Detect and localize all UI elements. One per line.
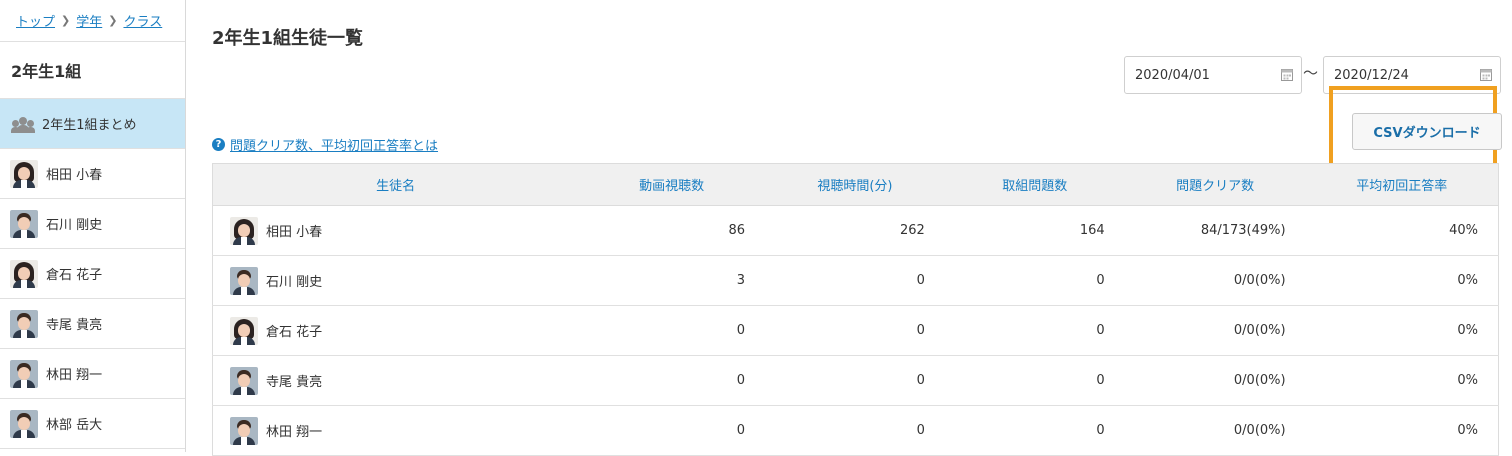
group-icon — [11, 116, 35, 133]
column-header-minutes[interactable]: 視聴時間(分) — [765, 163, 945, 206]
avatar — [230, 316, 258, 345]
help-circle-icon: ? — [212, 138, 225, 151]
breadcrumb-grade[interactable]: 学年 — [76, 11, 102, 30]
attempted-cell: 0 — [944, 405, 1125, 456]
minutes-cell: 0 — [765, 255, 945, 306]
student-name: 相田 小春 — [266, 225, 323, 240]
sidebar: トップ ❯ 学年 ❯ クラス 2年生1組 2年生1組まとめ 相田 小春 石川 剛… — [0, 0, 186, 452]
date-from-input[interactable]: 2020/04/01 — [1124, 56, 1302, 94]
avatar — [10, 159, 38, 188]
sidebar-item-label: 林部 岳大 — [46, 418, 103, 433]
main-content: 2年生1組生徒一覧 2020/04/01 〜 2020/12/24 CSVダウン… — [186, 0, 1512, 456]
students-table: 生徒名 動画視聴数 視聴時間(分) 取組問題数 問題クリア数 平均初回正答率 相… — [212, 163, 1499, 456]
cleared-cell: 0/0(0%) — [1124, 355, 1306, 406]
student-name-cell: 倉石 花子 — [212, 305, 579, 356]
sidebar-item-student[interactable]: 倉石 花子 — [0, 249, 185, 299]
cleared-cell: 84/173(49%) — [1124, 205, 1306, 256]
table-header-row: 生徒名 動画視聴数 視聴時間(分) 取組問題数 問題クリア数 平均初回正答率 — [212, 163, 1499, 206]
attempted-cell: 0 — [944, 355, 1125, 406]
avatar — [10, 359, 38, 388]
sidebar-item-label: 相田 小春 — [46, 168, 103, 183]
sidebar-item-student[interactable]: 相田 小春 — [0, 149, 185, 199]
accuracy-cell: 0% — [1305, 305, 1499, 356]
videos-cell: 0 — [578, 355, 765, 406]
sidebar-item-label: 石川 剛史 — [46, 218, 103, 233]
minutes-cell: 0 — [765, 355, 945, 406]
student-name-cell: 林田 翔一 — [212, 405, 579, 456]
table-row[interactable]: 倉石 花子 0 0 0 0/0(0%) 0% — [212, 305, 1499, 356]
minutes-cell: 0 — [765, 405, 945, 456]
date-from-value: 2020/04/01 — [1135, 67, 1210, 83]
date-to-value: 2020/12/24 — [1334, 67, 1409, 83]
sidebar-item-summary[interactable]: 2年生1組まとめ — [0, 99, 185, 149]
help-link-label: 問題クリア数、平均初回正答率とは — [230, 139, 439, 154]
avatar — [10, 259, 38, 288]
breadcrumb: トップ ❯ 学年 ❯ クラス — [0, 0, 185, 42]
avatar — [230, 416, 258, 445]
accuracy-cell: 0% — [1305, 405, 1499, 456]
calendar-icon — [1480, 69, 1492, 81]
column-header-accuracy[interactable]: 平均初回正答率 — [1305, 163, 1499, 206]
avatar — [230, 216, 258, 245]
attempted-cell: 0 — [944, 305, 1125, 356]
videos-cell: 0 — [578, 305, 765, 356]
column-header-name[interactable]: 生徒名 — [212, 163, 579, 206]
calendar-icon — [1281, 69, 1293, 81]
page-title: 2年生1組生徒一覧 — [212, 28, 364, 49]
minutes-cell: 0 — [765, 305, 945, 356]
sidebar-item-label: 林田 翔一 — [46, 368, 103, 383]
table-row[interactable]: 石川 剛史 3 0 0 0/0(0%) 0% — [212, 255, 1499, 306]
student-name: 林田 翔一 — [266, 425, 323, 440]
student-name: 倉石 花子 — [266, 325, 323, 340]
sidebar-item-label: 倉石 花子 — [46, 268, 103, 283]
cleared-cell: 0/0(0%) — [1124, 255, 1306, 306]
videos-cell: 3 — [578, 255, 765, 306]
help-link[interactable]: ? 問題クリア数、平均初回正答率とは — [212, 135, 438, 154]
chevron-right-icon: ❯ — [108, 14, 118, 27]
range-separator: 〜 — [1303, 64, 1319, 82]
student-name-cell: 寺尾 貴亮 — [212, 355, 579, 406]
table-row[interactable]: 相田 小春 86 262 164 84/173(49%) 40% — [212, 205, 1499, 256]
table-row[interactable]: 林田 翔一 0 0 0 0/0(0%) 0% — [212, 405, 1499, 456]
videos-cell: 86 — [578, 205, 765, 256]
accuracy-cell: 40% — [1305, 205, 1499, 256]
accuracy-cell: 0% — [1305, 355, 1499, 406]
breadcrumb-top[interactable]: トップ — [16, 11, 55, 30]
sidebar-item-student[interactable]: 林田 翔一 — [0, 349, 185, 399]
accuracy-cell: 0% — [1305, 255, 1499, 306]
student-name-cell: 相田 小春 — [212, 205, 579, 256]
minutes-cell: 262 — [765, 205, 945, 256]
sidebar-item-student[interactable]: 寺尾 貴亮 — [0, 299, 185, 349]
column-header-cleared[interactable]: 問題クリア数 — [1124, 163, 1306, 206]
avatar — [10, 409, 38, 438]
avatar — [230, 266, 258, 295]
breadcrumb-class[interactable]: クラス — [123, 11, 162, 30]
avatar — [10, 309, 38, 338]
student-name: 寺尾 貴亮 — [266, 375, 323, 390]
student-name: 石川 剛史 — [266, 275, 323, 290]
avatar — [10, 209, 38, 238]
avatar — [230, 366, 258, 395]
student-name-cell: 石川 剛史 — [212, 255, 579, 306]
cleared-cell: 0/0(0%) — [1124, 405, 1306, 456]
column-header-attempted[interactable]: 取組問題数 — [944, 163, 1125, 206]
table-row[interactable]: 寺尾 貴亮 0 0 0 0/0(0%) 0% — [212, 355, 1499, 406]
cleared-cell: 0/0(0%) — [1124, 305, 1306, 356]
sidebar-item-label: 寺尾 貴亮 — [46, 318, 103, 333]
sidebar-item-student[interactable]: 石川 剛史 — [0, 199, 185, 249]
attempted-cell: 0 — [944, 255, 1125, 306]
chevron-right-icon: ❯ — [61, 14, 71, 27]
csv-download-button[interactable]: CSVダウンロード — [1352, 113, 1502, 150]
attempted-cell: 164 — [944, 205, 1125, 256]
class-title: 2年生1組 — [0, 42, 185, 99]
column-header-videos[interactable]: 動画視聴数 — [578, 163, 765, 206]
videos-cell: 0 — [578, 405, 765, 456]
sidebar-item-student[interactable]: 林部 岳大 — [0, 399, 185, 449]
sidebar-item-label: 2年生1組まとめ — [42, 118, 137, 133]
